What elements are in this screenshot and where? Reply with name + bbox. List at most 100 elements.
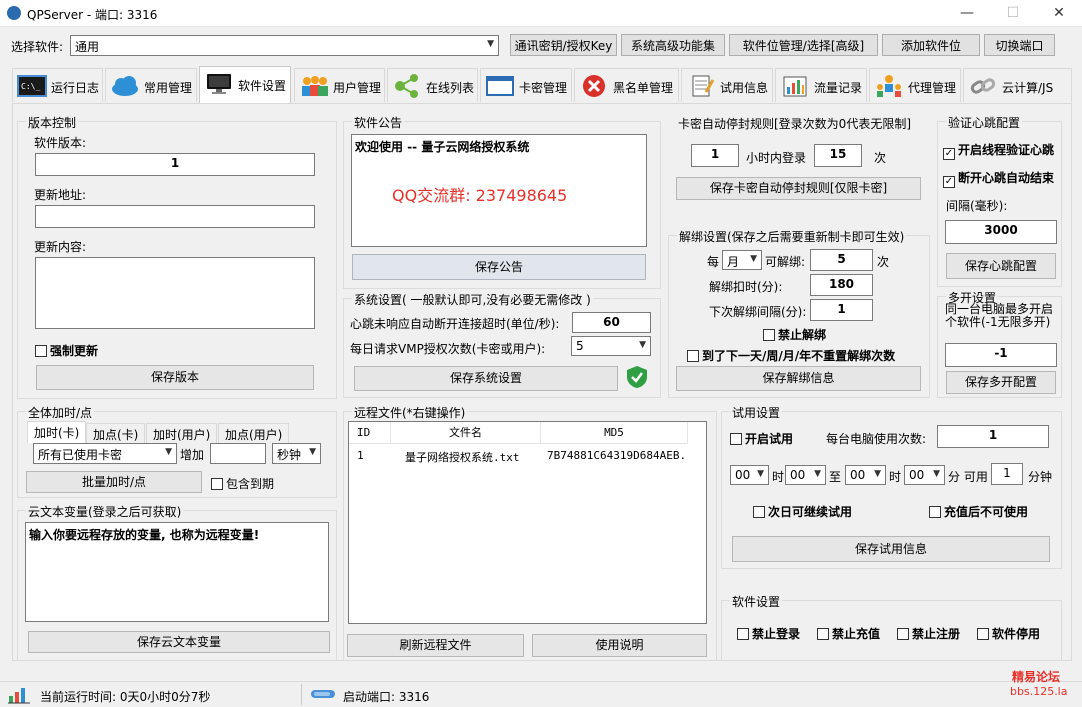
tab-user-manage[interactable]: 用户管理 <box>294 68 385 102</box>
version-input[interactable]: 1 <box>35 153 315 176</box>
batch-add-button[interactable]: 批量加时/点 <box>26 471 202 493</box>
save-version-button[interactable]: 保存版本 <box>36 365 314 390</box>
next-day-checkbox[interactable]: 次日可继续试用 <box>753 503 852 520</box>
tab-cloud-js[interactable]: 云计算/JS <box>963 68 1072 102</box>
card-stop-times-input[interactable]: 15 <box>814 144 862 167</box>
notice-textarea[interactable]: 欢迎使用 -- 量子云网络授权系统 QQ交流群: 237498645 <box>351 134 647 247</box>
checkbox-box <box>35 345 47 357</box>
software-select-value: 通用 <box>75 40 100 54</box>
add-unit-select[interactable]: 秒钟 ▼ <box>272 443 321 464</box>
tab-software-settings[interactable]: 软件设置 <box>199 66 291 104</box>
tab-traffic-log[interactable]: 流量记录 <box>775 68 867 102</box>
tab-agent-manage[interactable]: 代理管理 <box>869 68 961 102</box>
comm-key-button[interactable]: 通讯密钥/授权Key <box>510 34 617 56</box>
per-pc-input[interactable]: 1 <box>937 425 1049 448</box>
column-header-md5[interactable]: MD5 <box>541 422 688 444</box>
tab-run-log[interactable]: C:\_ 运行日志 <box>12 68 103 102</box>
next-interval-input[interactable]: 1 <box>810 299 873 321</box>
maximize-button[interactable]: ☐ <box>990 0 1036 27</box>
tab-blacklist[interactable]: 黑名单管理 <box>574 68 679 102</box>
update-url-input[interactable] <box>35 205 315 228</box>
forbid-login-checkbox[interactable]: 禁止登录 <box>737 625 800 642</box>
multi-open-input[interactable]: -1 <box>945 343 1057 367</box>
end-hour-select[interactable]: 00 ▼ <box>845 465 886 485</box>
update-content-label: 更新内容: <box>34 240 87 254</box>
no-reset-checkbox[interactable]: 到了下一天/周/月/年不重置解绑次数 <box>687 347 895 364</box>
thread-heartbeat-label: 开启线程验证心跳 <box>958 143 1055 157</box>
forbid-recharge-checkbox[interactable]: 禁止充值 <box>817 625 880 642</box>
usage-help-button[interactable]: 使用说明 <box>532 634 707 657</box>
card-stop-hours-label: 小时内登录 <box>746 151 807 165</box>
chevron-down-icon: ▼ <box>165 447 172 457</box>
vmp-select[interactable]: 5 ▼ <box>571 336 651 356</box>
checkbox-checked: ✓ <box>943 148 955 160</box>
forbid-unbind-label: 禁止解绑 <box>778 328 827 342</box>
block-icon <box>583 75 605 97</box>
end-minute-select[interactable]: 00 ▼ <box>904 465 945 485</box>
minute-unit-label: 分钟 <box>1028 470 1053 484</box>
chevron-down-icon: ▼ <box>814 469 821 479</box>
software-select[interactable]: 通用 ▼ <box>70 35 499 56</box>
watermark-url: bbs.125.la <box>1010 685 1068 698</box>
unbind-times-label: 次 <box>877 255 890 269</box>
interval-label: 间隔(毫秒): <box>946 199 1008 213</box>
forbid-register-checkbox[interactable]: 禁止注册 <box>897 625 960 642</box>
card-stop-hours-input[interactable]: 1 <box>691 144 739 167</box>
subtab-add-time-card[interactable]: 加时(卡) <box>27 421 87 443</box>
tab-common-manage[interactable]: 常用管理 <box>105 68 197 102</box>
users-icon <box>302 76 328 96</box>
update-content-textarea[interactable] <box>35 257 315 329</box>
window-icon <box>486 76 514 96</box>
save-multi-open-button[interactable]: 保存多开配置 <box>946 371 1056 394</box>
start-hour-value: 00 <box>735 468 751 482</box>
disable-software-checkbox[interactable]: 软件停用 <box>977 625 1040 642</box>
add-target-select[interactable]: 所有已使用卡密 ▼ <box>33 443 177 464</box>
save-heartbeat-button[interactable]: 保存心跳配置 <box>946 253 1056 279</box>
force-update-checkbox[interactable]: 强制更新 <box>35 342 98 359</box>
subtab-add-point-user[interactable]: 加点(用户) <box>218 423 290 445</box>
tab-online-list[interactable]: 在线列表 <box>387 68 478 102</box>
tab-card-manage[interactable]: 卡密管理 <box>480 68 572 102</box>
save-unbind-button[interactable]: 保存解绑信息 <box>676 366 921 391</box>
heartbeat-interval-input[interactable]: 3000 <box>945 220 1057 244</box>
save-system-settings-button[interactable]: 保存系统设置 <box>354 366 618 391</box>
tab-trial-info[interactable]: 试用信息 <box>681 68 773 102</box>
start-hour-select[interactable]: 00 ▼ <box>730 465 769 485</box>
unbind-period-select[interactable]: 月 ▼ <box>722 250 762 270</box>
chevron-down-icon: ▼ <box>487 39 494 49</box>
cloud-text-textarea[interactable]: 输入你要远程存放的变量, 也称为远程变量! <box>25 522 329 622</box>
enable-trial-checkbox[interactable]: 开启试用 <box>730 430 793 447</box>
close-button[interactable]: ✕ <box>1036 0 1082 27</box>
timeout-input[interactable]: 60 <box>572 312 651 333</box>
trial-minutes-input[interactable]: 1 <box>991 463 1023 485</box>
auto-end-checkbox[interactable]: ✓ 断开心跳自动结束 <box>943 169 1054 188</box>
can-unbind-input[interactable]: 5 <box>810 249 873 271</box>
software-slot-manage-button[interactable]: 软件位管理/选择[高级] <box>729 34 878 56</box>
add-software-slot-button[interactable]: 添加软件位 <box>882 34 980 56</box>
chevron-down-icon: ▼ <box>639 340 646 350</box>
subtab-add-point-card[interactable]: 加点(卡) <box>86 423 146 445</box>
column-header-filename[interactable]: 文件名 <box>391 422 541 444</box>
remote-files-list[interactable]: ID 文件名 MD5 1 量子网络授权系统.txt 7B74881C64319D… <box>348 421 707 624</box>
multi-open-desc: 同一台电脑最多开启个软件(-1无限多开) <box>945 302 1054 329</box>
forbid-unbind-checkbox[interactable]: 禁止解绑 <box>763 326 826 343</box>
bar-chart-icon <box>8 688 30 704</box>
include-expired-label: 包含到期 <box>226 477 275 491</box>
start-minute-select[interactable]: 00 ▼ <box>785 465 826 485</box>
column-header-id[interactable]: ID <box>349 422 391 444</box>
switch-port-button[interactable]: 切换端口 <box>984 34 1055 56</box>
refresh-remote-files-button[interactable]: 刷新远程文件 <box>347 634 524 657</box>
subtab-add-time-user[interactable]: 加时(用户) <box>146 423 218 445</box>
save-cloud-text-button[interactable]: 保存云文本变量 <box>28 631 330 653</box>
include-expired-checkbox[interactable]: 包含到期 <box>211 475 274 492</box>
no-after-recharge-checkbox[interactable]: 充值后不可使用 <box>929 503 1028 520</box>
thread-heartbeat-checkbox[interactable]: ✓ 开启线程验证心跳 <box>943 141 1054 160</box>
version-control-title: 版本控制 <box>26 114 79 131</box>
save-card-stop-button[interactable]: 保存卡密自动停封规则[仅限卡密] <box>676 177 921 200</box>
deduct-input[interactable]: 180 <box>810 274 873 296</box>
save-notice-button[interactable]: 保存公告 <box>352 254 646 280</box>
minimize-button[interactable]: — <box>944 0 990 27</box>
add-amount-input[interactable] <box>210 443 266 464</box>
save-trial-button[interactable]: 保存试用信息 <box>732 536 1050 562</box>
advanced-features-button[interactable]: 系统高级功能集 <box>621 34 725 56</box>
